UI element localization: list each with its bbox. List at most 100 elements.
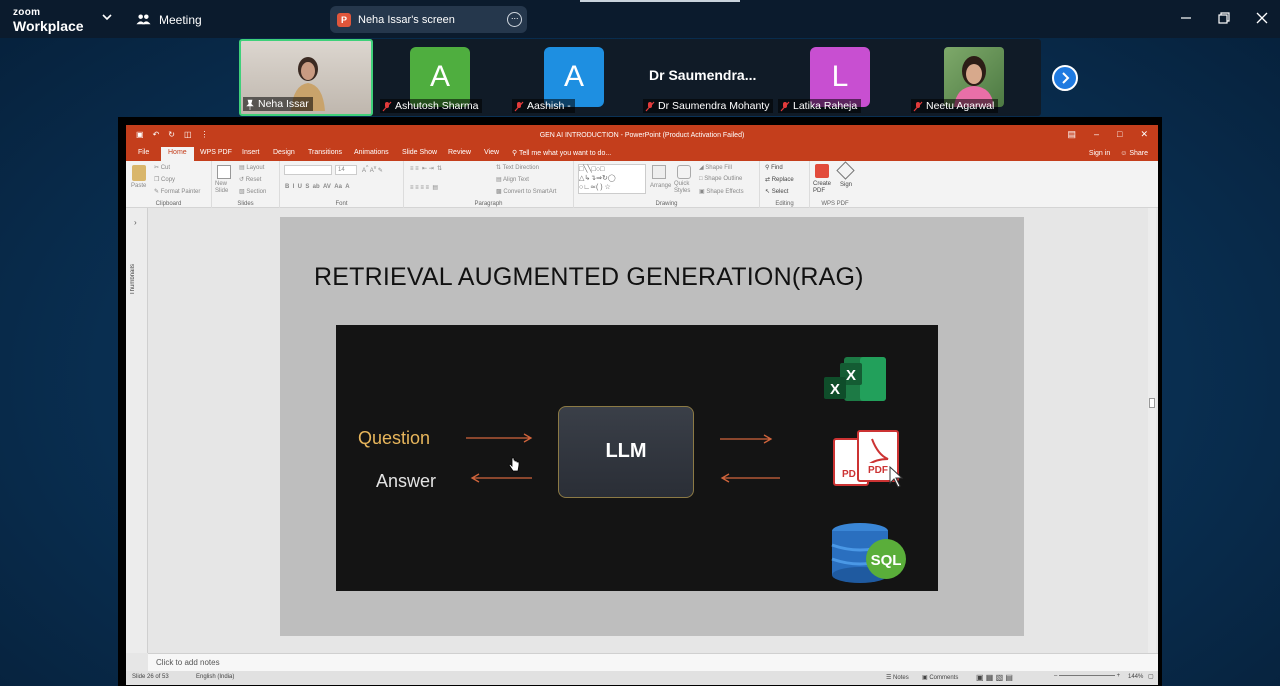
sign-button[interactable]: Sign xyxy=(840,182,852,188)
font-format-icons[interactable]: B I U S ab AV Aa A xyxy=(285,184,350,190)
select-button[interactable]: ↖ Select xyxy=(765,188,788,195)
participant-tile[interactable]: A Ashutosh Sharma xyxy=(376,39,508,116)
answer-label: Answer xyxy=(376,471,437,491)
font-grow-shrink-icons[interactable]: A^ Av ✎ xyxy=(362,165,383,174)
close-icon[interactable]: ✕ xyxy=(1140,129,1148,140)
shape-outline-button[interactable]: □ Shape Outline xyxy=(699,176,742,182)
quick-styles-icon[interactable] xyxy=(677,165,691,179)
zoom-level[interactable]: 144% xyxy=(1128,674,1143,680)
person-icon: ☺ xyxy=(1120,150,1130,157)
notes-pane[interactable]: Click to add notes xyxy=(148,653,1158,671)
arrange-icon[interactable] xyxy=(652,165,666,179)
share-button[interactable]: ☺ Share xyxy=(1120,150,1148,157)
mic-muted-icon xyxy=(780,101,790,111)
expand-thumbnails-icon[interactable]: › xyxy=(134,218,137,227)
minimize-icon[interactable] xyxy=(1176,8,1196,28)
create-pdf-button[interactable]: Create PDF xyxy=(813,181,833,195)
shapes-gallery[interactable]: □╲╲□○□ △↳↴⇒↻◯ ○∟≃( ) ☆ xyxy=(578,164,646,194)
reset-button[interactable]: ↺ Reset xyxy=(239,176,261,183)
zoom-workplace-logo[interactable]: zoom Workplace xyxy=(13,8,84,34)
tab-review[interactable]: Review xyxy=(448,149,471,156)
alignment-icons[interactable]: ≡ ≡ ≡ ≡ ▤ xyxy=(410,184,438,191)
slide-title[interactable]: RETRIEVAL AUGMENTED GENERATION(RAG) xyxy=(314,263,864,292)
chevron-down-icon[interactable] xyxy=(101,11,113,23)
svg-text:X: X xyxy=(830,381,840,398)
paste-button[interactable]: Paste xyxy=(131,183,146,189)
font-size-dropdown[interactable]: 14 xyxy=(335,165,357,175)
rag-diagram-image[interactable]: Question Answer LLM X X PD PDF SQL xyxy=(336,325,938,591)
tab-slide-show[interactable]: Slide Show xyxy=(402,149,437,156)
format-painter-button[interactable]: ✎ Format Painter xyxy=(154,188,200,195)
participant-name: Ashutosh Sharma xyxy=(380,99,483,113)
replace-button[interactable]: ⇄ Replace xyxy=(765,176,794,183)
shared-screen: ▣ ↶ ↻ ◫ ⋮ GEN AI INTRODUCTION - PowerPoi… xyxy=(118,117,1162,686)
restore-icon[interactable]: □ xyxy=(1117,129,1122,140)
paste-icon[interactable] xyxy=(132,165,146,181)
fit-slide-icon[interactable]: ▢ xyxy=(1148,673,1154,680)
layout-button[interactable]: ▤ Layout xyxy=(239,164,264,171)
list-icons[interactable]: ≡ ≡ ⇤ ⇥ ⇅ xyxy=(410,165,442,172)
align-text-button[interactable]: ▤ Align Text xyxy=(496,176,529,183)
scroll-thumb[interactable] xyxy=(1149,398,1155,408)
close-icon[interactable] xyxy=(1252,8,1272,28)
tab-design[interactable]: Design xyxy=(273,149,295,156)
create-pdf-icon[interactable] xyxy=(815,164,829,178)
find-button[interactable]: ⚲ Find xyxy=(765,164,783,171)
brush-icon: ✎ xyxy=(154,189,161,195)
font-name-dropdown[interactable] xyxy=(284,165,332,175)
notes-toggle[interactable]: ☰ Notes xyxy=(886,674,909,681)
smartart-button[interactable]: ▩ Convert to SmartArt xyxy=(496,188,556,195)
tab-transitions[interactable]: Transitions xyxy=(308,149,342,156)
slide-canvas[interactable]: RETRIEVAL AUGMENTED GENERATION(RAG) Ques… xyxy=(280,217,1024,636)
text-direction-icon: ⇅ xyxy=(496,165,503,171)
group-label: WPS PDF xyxy=(821,201,849,207)
next-participants-button[interactable] xyxy=(1052,65,1078,91)
more-options-icon[interactable]: ··· xyxy=(507,12,522,27)
group-label: Paragraph xyxy=(474,201,503,207)
arrange-button[interactable]: Arrange xyxy=(650,183,671,189)
sign-icon[interactable] xyxy=(836,161,855,180)
account-area: Sign in ☺ Share xyxy=(1089,150,1148,157)
tab-file[interactable]: File xyxy=(138,149,149,156)
participant-tile[interactable]: Neha Issar xyxy=(239,39,373,116)
ribbon-display-icon[interactable]: ▤ xyxy=(1067,129,1076,140)
minimize-icon[interactable]: – xyxy=(1094,129,1099,140)
llm-box: LLM xyxy=(558,406,694,498)
tell-me-box[interactable]: ⚲ Tell me what you want to do... xyxy=(512,149,611,157)
participant-tile[interactable]: L Latika Raheja xyxy=(778,39,910,116)
tab-wps-pdf[interactable]: WPS PDF xyxy=(200,149,232,156)
ribbon-home: Paste ✂ Cut ❐ Copy ✎ Format Painter Clip… xyxy=(126,161,1158,208)
participant-name: Aashish - xyxy=(512,99,575,113)
shape-effects-button[interactable]: ▣ Shape Effects xyxy=(699,188,744,195)
avatar-text: Dr Saumendra... xyxy=(649,67,757,83)
meeting-menu[interactable]: Meeting xyxy=(136,12,202,27)
tab-home[interactable]: Home xyxy=(161,147,194,161)
new-slide-icon[interactable] xyxy=(217,165,231,179)
language-indicator[interactable]: English (India) xyxy=(196,674,234,680)
restore-icon[interactable] xyxy=(1214,8,1234,28)
tab-animations[interactable]: Animations xyxy=(354,149,389,156)
screen-share-pill[interactable]: P Neha Issar's screen ··· xyxy=(330,6,527,33)
comments-toggle[interactable]: ▣ Comments xyxy=(922,674,958,681)
sign-in-link[interactable]: Sign in xyxy=(1089,150,1110,157)
participant-tile[interactable]: Dr Saumendra... Dr Saumendra Mohanty xyxy=(643,39,777,116)
mic-muted-icon xyxy=(514,101,524,111)
thumbnails-pane[interactable]: › Thumbnails xyxy=(126,208,148,653)
participant-tile[interactable]: Neetu Agarwal xyxy=(911,39,1041,116)
cut-button[interactable]: ✂ Cut xyxy=(154,164,170,171)
participant-tile[interactable]: A Aashish - xyxy=(510,39,642,116)
tab-view[interactable]: View xyxy=(484,149,499,156)
tab-insert[interactable]: Insert xyxy=(242,149,260,156)
new-slide-button[interactable]: New Slide xyxy=(215,181,233,195)
ppt-window-controls: ▤ – □ ✕ xyxy=(1067,129,1148,140)
vertical-scrollbar[interactable] xyxy=(1148,208,1156,653)
text-direction-button[interactable]: ⇅ Text Direction xyxy=(496,164,539,171)
section-button[interactable]: ▧ Section xyxy=(239,188,266,195)
zoom-slider[interactable]: – + xyxy=(1054,673,1120,679)
ribbon-group-drawing: □╲╲□○□ △↳↴⇒↻◯ ○∟≃( ) ☆ Arrange Quick Style… xyxy=(574,161,760,208)
participants-strip: Neha Issar A Ashutosh Sharma A Aashish -… xyxy=(239,39,1041,116)
view-buttons[interactable]: ▣ ▦ ▧ ▤ xyxy=(976,673,1013,682)
shape-fill-button[interactable]: ◢ Shape Fill xyxy=(699,164,732,171)
quick-styles-button[interactable]: Quick Styles xyxy=(674,181,696,195)
copy-button[interactable]: ❐ Copy xyxy=(154,176,175,183)
